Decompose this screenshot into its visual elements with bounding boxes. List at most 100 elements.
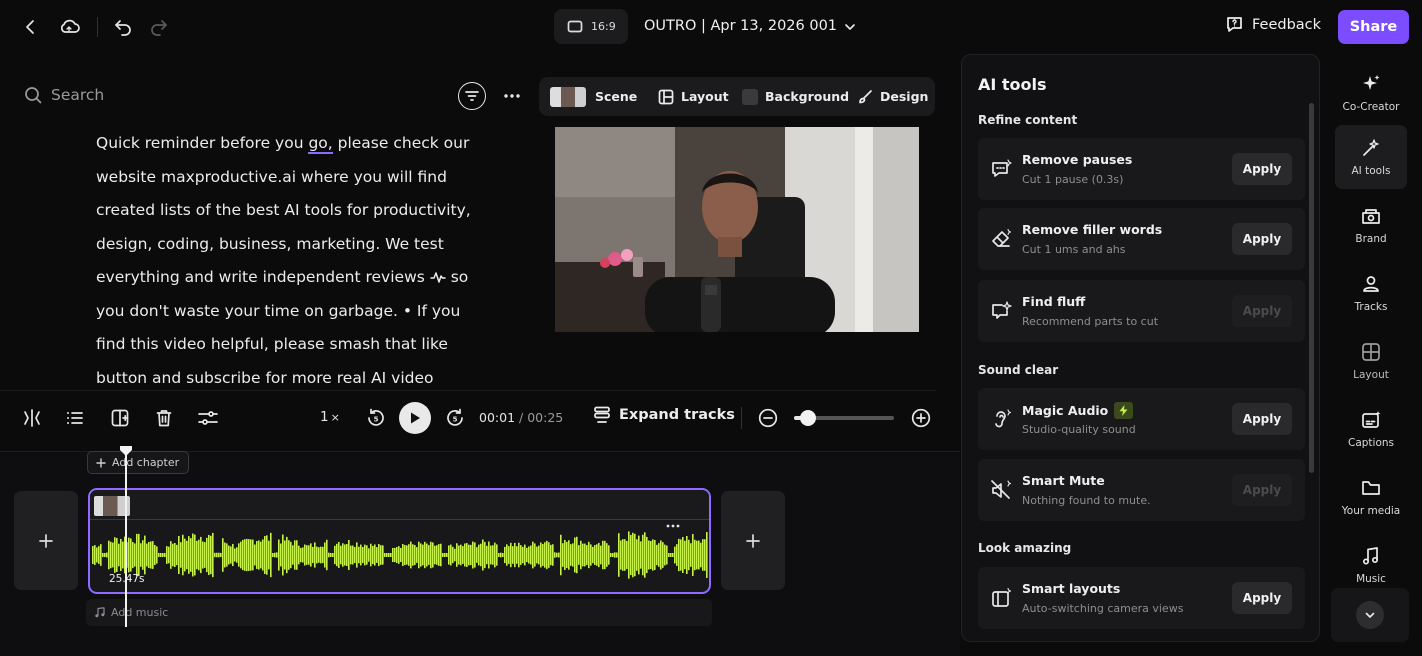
rail-item-layout[interactable]: Layout bbox=[1335, 329, 1407, 393]
waveform-bar bbox=[696, 540, 698, 570]
aspect-ratio-button[interactable]: 16:9 bbox=[554, 9, 628, 44]
waveform-bar bbox=[544, 542, 546, 568]
waveform-bar bbox=[610, 553, 612, 557]
zoom-slider[interactable] bbox=[794, 410, 894, 426]
waveform-bar bbox=[306, 545, 308, 565]
tool-card-smart-layouts[interactable]: Smart layouts Auto-switching camera view… bbox=[978, 567, 1305, 629]
search-icon bbox=[25, 87, 42, 104]
split-button[interactable] bbox=[18, 404, 46, 432]
total-time: 00:25 bbox=[527, 410, 564, 425]
tool-card-smart-mute[interactable]: Smart Mute Nothing found to mute. Apply bbox=[978, 459, 1305, 521]
transcript-line: find this video helpful, please smash th… bbox=[96, 335, 448, 353]
add-chapter-button[interactable]: Add chapter bbox=[87, 451, 190, 474]
redo-button[interactable] bbox=[145, 13, 173, 41]
waveform-bar bbox=[440, 543, 442, 567]
waveform-bar bbox=[446, 553, 448, 557]
waveform-bar bbox=[506, 544, 508, 566]
list-view-button[interactable] bbox=[61, 404, 89, 432]
waveform-bar bbox=[354, 547, 356, 563]
transcript-highlighted-word[interactable]: go, bbox=[308, 134, 333, 154]
transcript-line: Quick reminder before you go, please che… bbox=[96, 127, 476, 161]
waveform-bar bbox=[300, 547, 302, 563]
waveform-bar bbox=[636, 539, 638, 571]
add-clip-before-button[interactable] bbox=[14, 491, 78, 590]
rail-item-brand[interactable]: Brand bbox=[1335, 193, 1407, 257]
waveform-bar bbox=[500, 552, 502, 558]
tool-card-remove-pauses[interactable]: Remove pauses Cut 1 pause (0.3s) Apply bbox=[978, 138, 1305, 200]
waveform-bar bbox=[566, 541, 568, 569]
filter-button[interactable] bbox=[458, 82, 486, 110]
add-music-track[interactable]: Add music bbox=[86, 599, 712, 626]
apply-button[interactable]: Apply bbox=[1232, 403, 1292, 435]
more-options-button[interactable] bbox=[500, 82, 524, 110]
waveform-bar bbox=[236, 547, 238, 563]
rewind-5-icon: 5 bbox=[368, 408, 384, 426]
chevron-left-icon bbox=[26, 20, 34, 34]
zoom-in-button[interactable] bbox=[907, 404, 935, 432]
clip-more-button[interactable] bbox=[666, 524, 680, 528]
project-menu-button[interactable] bbox=[836, 13, 864, 41]
apply-button[interactable]: Apply bbox=[1232, 223, 1292, 255]
playback-speed-button[interactable]: 1 × bbox=[320, 409, 340, 425]
transcript-search[interactable]: Search bbox=[24, 86, 104, 104]
waveform-bar bbox=[192, 533, 194, 577]
apply-button[interactable]: Apply bbox=[1232, 153, 1292, 185]
waveform-bar bbox=[96, 547, 98, 563]
waveform-bar bbox=[472, 541, 474, 569]
play-button[interactable] bbox=[399, 402, 431, 434]
timeline-clip[interactable]: 25.47s bbox=[88, 488, 711, 594]
scene-button[interactable]: Scene bbox=[550, 77, 637, 116]
tool-name: Smart layouts bbox=[1022, 581, 1121, 596]
tool-card-find-fluff[interactable]: Find fluff Recommend parts to cut Apply bbox=[978, 280, 1305, 342]
project-title[interactable]: OUTRO | Apr 13, 2026 001 bbox=[644, 18, 837, 34]
back-button[interactable] bbox=[17, 13, 45, 41]
rail-item-your-media[interactable]: Your media bbox=[1335, 465, 1407, 529]
waveform-bar bbox=[460, 544, 462, 566]
plus-icon bbox=[746, 533, 760, 548]
delete-button[interactable] bbox=[150, 404, 178, 432]
zoom-slider-handle[interactable] bbox=[800, 410, 816, 426]
waveform-bar bbox=[256, 541, 258, 569]
background-button[interactable]: Background bbox=[742, 77, 849, 116]
adjust-button[interactable] bbox=[194, 404, 222, 432]
video-preview[interactable] bbox=[555, 127, 919, 332]
layout-button[interactable]: Layout bbox=[658, 77, 729, 116]
rail-item-ai-tools[interactable]: AI tools bbox=[1335, 125, 1407, 189]
rail-item-captions[interactable]: Captions bbox=[1335, 397, 1407, 461]
rail-item-tracks[interactable]: Tracks bbox=[1335, 261, 1407, 325]
rewind-button[interactable]: 5 bbox=[362, 404, 390, 432]
waveform-bar bbox=[562, 543, 564, 567]
tool-card-remove-filler-words[interactable]: Remove filler words Cut 1 ums and ahs Ap… bbox=[978, 208, 1305, 270]
zoom-out-button[interactable] bbox=[754, 404, 782, 432]
pause-marker-icon[interactable] bbox=[430, 271, 446, 284]
design-button[interactable]: Design bbox=[857, 77, 928, 116]
feedback-button[interactable]: Feedback bbox=[1225, 15, 1321, 34]
forward-button[interactable]: 5 bbox=[441, 404, 469, 432]
cloud-sync-button[interactable] bbox=[56, 13, 84, 41]
waveform-bar bbox=[692, 534, 694, 576]
waveform-bar bbox=[438, 544, 440, 566]
waveform-bar bbox=[656, 544, 658, 566]
add-scene-button[interactable] bbox=[106, 404, 134, 432]
waveform-bar bbox=[194, 534, 196, 576]
expand-tracks-button[interactable]: Expand tracks bbox=[593, 406, 735, 424]
waveform-bar bbox=[350, 545, 352, 565]
waveform-bar bbox=[398, 546, 400, 564]
share-button[interactable]: Share bbox=[1338, 10, 1409, 44]
rail-scroll-down-button[interactable] bbox=[1356, 601, 1384, 629]
waveform-bar bbox=[484, 541, 486, 569]
apply-button[interactable]: Apply bbox=[1232, 582, 1292, 614]
waveform-bar bbox=[436, 545, 438, 565]
tool-card-magic-audio[interactable]: Magic Audio Studio-quality sound Apply bbox=[978, 388, 1305, 450]
transcript-line: design, coding, business, marketing. We … bbox=[96, 234, 444, 253]
waveform-bar bbox=[162, 553, 164, 557]
waveform-bar bbox=[278, 539, 280, 571]
playhead[interactable] bbox=[125, 449, 127, 627]
transcript-editor[interactable]: Quick reminder before you go, please che… bbox=[96, 127, 476, 389]
panel-scrollbar[interactable] bbox=[1309, 103, 1314, 473]
apply-button-disabled[interactable]: Apply bbox=[1232, 295, 1292, 327]
undo-button[interactable] bbox=[109, 13, 137, 41]
add-clip-after-button[interactable] bbox=[721, 491, 785, 590]
rail-item-co-creator[interactable]: Co-Creator bbox=[1335, 61, 1407, 125]
apply-button-disabled[interactable]: Apply bbox=[1232, 474, 1292, 506]
